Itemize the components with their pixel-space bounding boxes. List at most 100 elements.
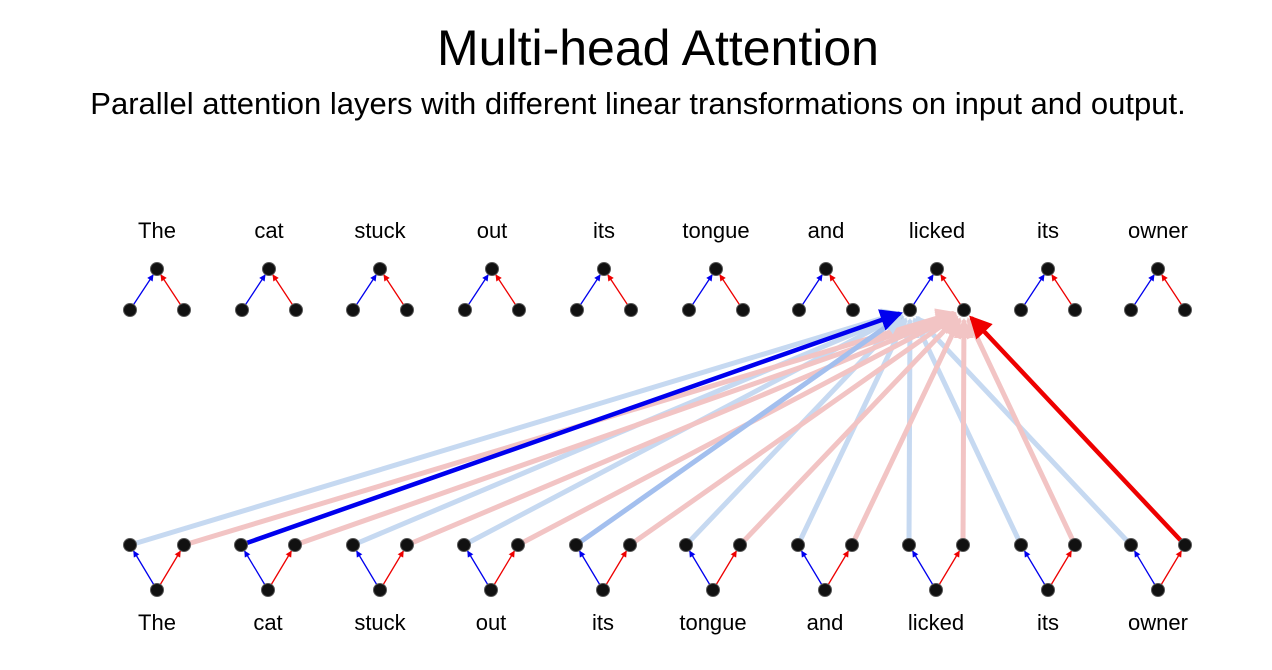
bottom-red-arrow-3	[493, 550, 515, 586]
bottom-red-arrow-8	[1050, 550, 1072, 586]
attention-edge-blue-faint-0	[127, 308, 903, 548]
head-units	[123, 262, 1192, 597]
top-red-arrow-6	[829, 274, 851, 306]
attention-edge-red-faint-7	[953, 317, 974, 548]
top-token-label-3: out	[477, 218, 508, 243]
top-token-label-1: cat	[254, 218, 283, 243]
top-node-apex-9	[1151, 262, 1165, 276]
bottom-node-apex-9	[1151, 583, 1165, 597]
top-node-apex-7	[930, 262, 944, 276]
top-red-arrow-2	[383, 274, 405, 306]
attention-edge-blue-faint-9	[915, 315, 1134, 548]
top-node-left-7	[903, 303, 917, 317]
top-node-left-2	[346, 303, 360, 317]
bottom-node-left-8	[1014, 538, 1028, 552]
bottom-token-label-1: cat	[253, 610, 282, 635]
bottom-node-left-1	[234, 538, 248, 552]
bottom-token-label-7: licked	[908, 610, 964, 635]
top-node-right-1	[289, 303, 303, 317]
top-token-label-9: owner	[1128, 218, 1188, 243]
bottom-token-label-6: and	[807, 610, 844, 635]
top-blue-arrow-8	[1023, 274, 1045, 306]
bottom-token-label-2: stuck	[354, 610, 406, 635]
bottom-token-label-8: its	[1037, 610, 1059, 635]
bottom-blue-arrow-7	[912, 550, 934, 586]
top-blue-arrow-1	[244, 274, 266, 306]
top-blue-arrow-0	[132, 274, 154, 306]
bottom-node-apex-6	[818, 583, 832, 597]
top-token-label-5: tongue	[682, 218, 749, 243]
top-node-apex-6	[819, 262, 833, 276]
bottom-node-apex-5	[706, 583, 720, 597]
bottom-token-label-3: out	[476, 610, 507, 635]
top-blue-arrow-2	[355, 274, 377, 306]
bottom-node-right-3	[511, 538, 525, 552]
bottom-node-right-6	[845, 538, 859, 552]
bottom-red-arrow-1	[270, 550, 292, 586]
top-token-label-0: The	[138, 218, 176, 243]
top-blue-arrow-3	[467, 274, 489, 306]
top-node-left-6	[792, 303, 806, 317]
bottom-blue-arrow-3	[467, 550, 489, 586]
top-node-right-9	[1178, 303, 1192, 317]
bottom-node-left-7	[902, 538, 916, 552]
bottom-red-arrow-5	[715, 550, 737, 586]
bottom-node-apex-1	[261, 583, 275, 597]
bottom-node-apex-7	[929, 583, 943, 597]
bottom-node-right-5	[733, 538, 747, 552]
top-node-apex-3	[485, 262, 499, 276]
top-token-label-2: stuck	[354, 218, 406, 243]
bottom-node-right-0	[177, 538, 191, 552]
top-node-left-8	[1014, 303, 1028, 317]
top-node-left-0	[123, 303, 137, 317]
bottom-red-arrow-7	[938, 550, 960, 586]
bottom-red-arrow-6	[827, 550, 849, 586]
bottom-red-arrow-9	[1160, 550, 1182, 586]
top-blue-arrow-7	[912, 274, 934, 306]
top-node-apex-0	[150, 262, 164, 276]
bottom-node-right-7	[956, 538, 970, 552]
top-token-label-6: and	[808, 218, 845, 243]
bottom-blue-arrow-0	[133, 550, 155, 586]
top-node-left-9	[1124, 303, 1138, 317]
attention-diagram: The The cat cat stuck stuck out out its its tongue…	[123, 218, 1192, 635]
top-node-right-6	[846, 303, 860, 317]
top-node-apex-8	[1041, 262, 1055, 276]
top-node-left-4	[570, 303, 584, 317]
bottom-node-left-6	[791, 538, 805, 552]
top-token-label-8: its	[1037, 218, 1059, 243]
top-red-arrow-4	[607, 274, 629, 306]
top-node-left-5	[682, 303, 696, 317]
top-node-apex-5	[709, 262, 723, 276]
attention-edges	[127, 308, 1188, 548]
bottom-node-left-9	[1124, 538, 1138, 552]
attention-edge-blue-strong-1	[238, 309, 903, 548]
top-red-arrow-0	[160, 274, 182, 306]
top-node-right-4	[624, 303, 638, 317]
top-node-apex-4	[597, 262, 611, 276]
top-node-left-3	[458, 303, 472, 317]
top-node-right-8	[1068, 303, 1082, 317]
top-blue-arrow-5	[691, 274, 713, 306]
top-token-label-7: licked	[909, 218, 965, 243]
bottom-node-left-5	[679, 538, 693, 552]
top-node-apex-1	[262, 262, 276, 276]
bottom-blue-arrow-4	[579, 550, 601, 586]
top-red-arrow-9	[1161, 274, 1183, 306]
top-red-arrow-3	[495, 274, 517, 306]
bottom-red-arrow-4	[605, 550, 627, 586]
bottom-token-label-9: owner	[1128, 610, 1188, 635]
bottom-node-apex-3	[484, 583, 498, 597]
bottom-node-left-4	[569, 538, 583, 552]
bottom-node-apex-4	[596, 583, 610, 597]
top-node-right-3	[512, 303, 526, 317]
bottom-node-right-9	[1178, 538, 1192, 552]
bottom-node-apex-0	[150, 583, 164, 597]
bottom-node-left-2	[346, 538, 360, 552]
top-token-label-4: its	[593, 218, 615, 243]
attention-edge-blue-faint-7	[899, 317, 920, 548]
top-node-right-7	[957, 303, 971, 317]
top-node-apex-2	[373, 262, 387, 276]
bottom-red-arrow-2	[382, 550, 404, 586]
bottom-node-apex-8	[1041, 583, 1055, 597]
